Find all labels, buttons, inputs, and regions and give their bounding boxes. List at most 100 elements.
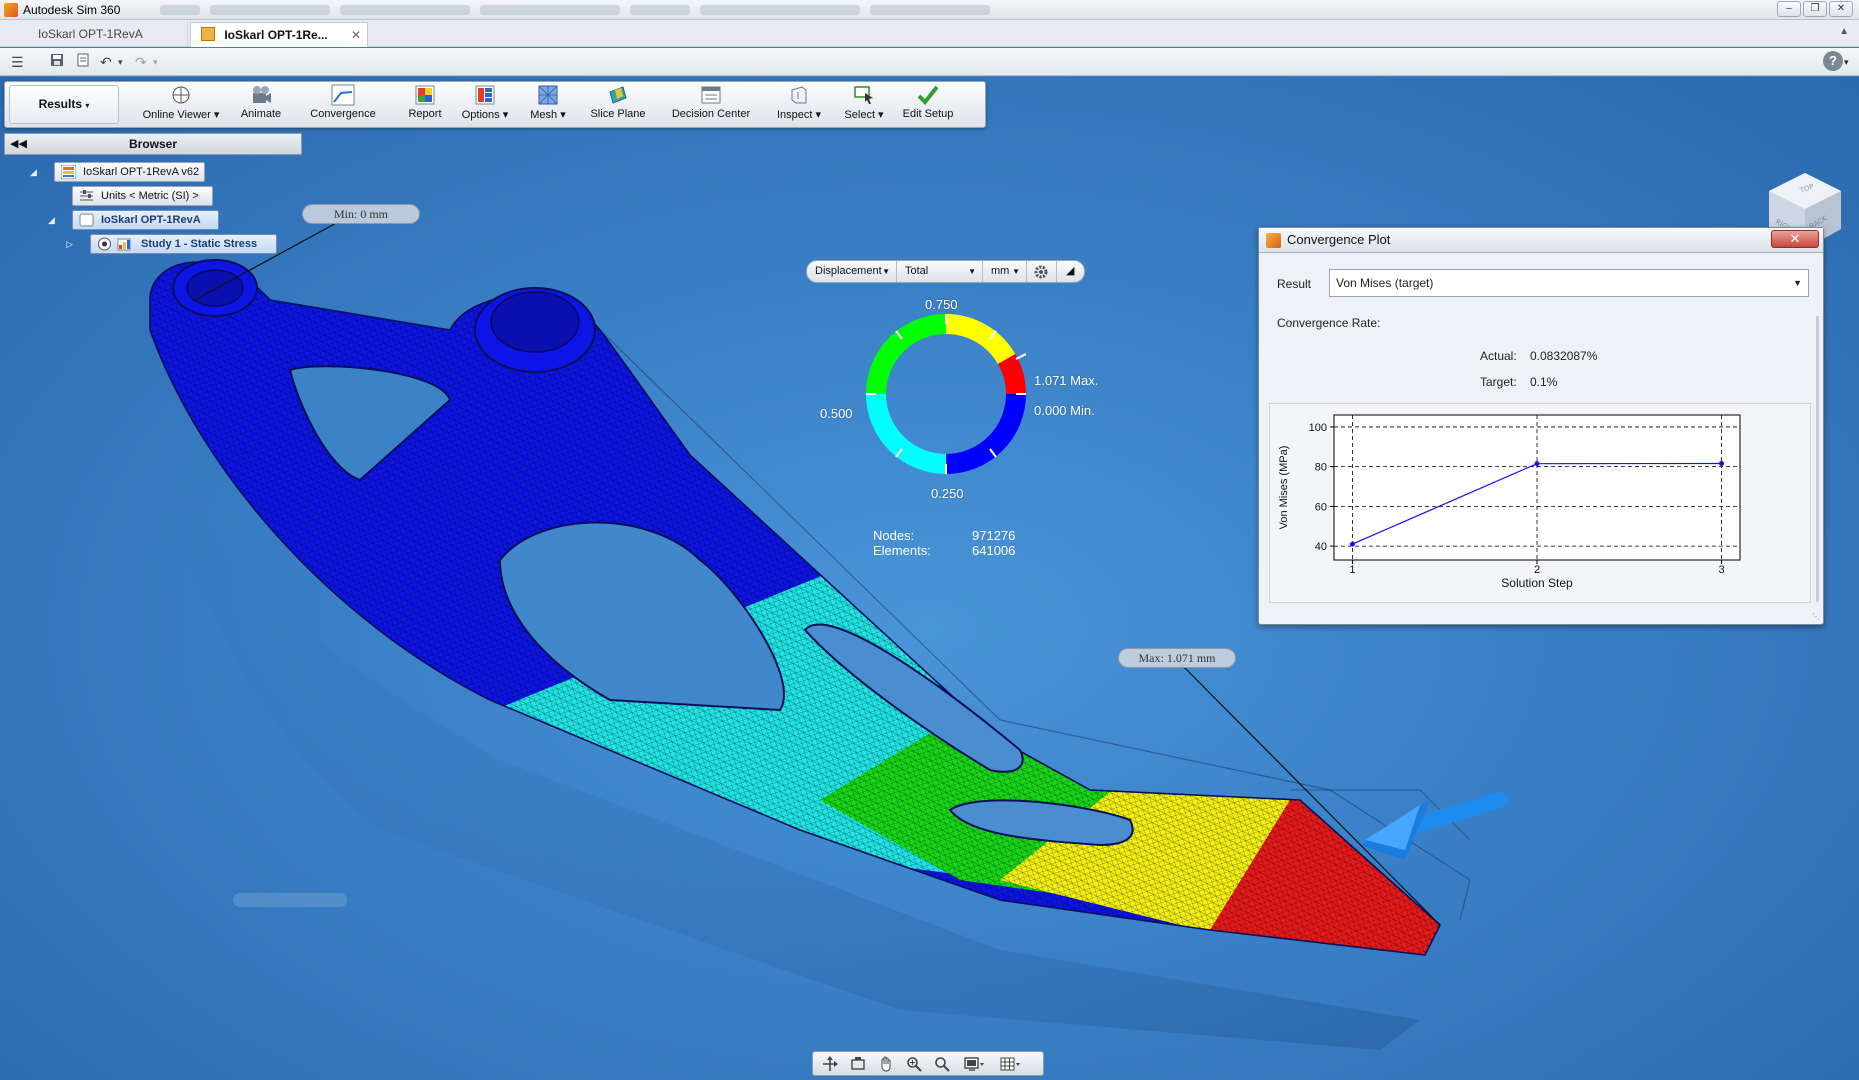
online-viewer-button[interactable]: Online Viewer ▾ — [141, 84, 221, 126]
chevron-down-icon: ▼ — [968, 267, 976, 276]
resize-grip-icon[interactable]: ⋱ — [1812, 612, 1820, 621]
min-callout[interactable]: Min: 0 mm — [302, 204, 420, 224]
chevron-down-icon: ▼ — [1793, 278, 1802, 288]
animate-button[interactable]: Animate — [235, 84, 287, 126]
close-dialog-button[interactable]: ✕ — [1771, 230, 1819, 248]
doc-tab-ioskarl[interactable]: IoSkarl OPT-1RevA — [28, 22, 188, 47]
convergence-plot-dialog: Convergence Plot ✕ Result Von Mises (tar… — [1258, 227, 1824, 625]
legend-collapse-button[interactable]: ◢ — [1057, 261, 1084, 282]
minimize-button[interactable]: – — [1777, 1, 1801, 17]
check-icon — [917, 85, 939, 105]
options-button[interactable]: Options ▾ — [460, 84, 510, 126]
data-point — [1719, 460, 1725, 466]
decision-center-button[interactable]: Decision Center — [667, 84, 755, 126]
convergence-button[interactable]: Convergence — [305, 84, 381, 126]
help-button[interactable]: ? ▾ — [1823, 51, 1851, 73]
edit-setup-button[interactable]: Edit Setup — [898, 84, 958, 126]
elements-value: 641006 — [972, 543, 1016, 558]
nodes-label: Nodes: — [873, 528, 915, 543]
inspect-button[interactable]: Inspect ▾ — [771, 84, 827, 126]
online-viewer-icon — [172, 86, 190, 104]
chevron-up-icon[interactable]: ▲ — [1839, 26, 1849, 37]
elements-label: Elements: — [873, 543, 931, 558]
x-tick-label: 2 — [1534, 564, 1540, 576]
report-button[interactable]: Report — [400, 84, 450, 126]
browser-panel-header[interactable]: ◀◀ Browser — [4, 133, 302, 155]
x-tick-label: 1 — [1349, 564, 1355, 576]
select-icon — [854, 86, 873, 104]
close-window-button[interactable]: ✕ — [1829, 1, 1853, 17]
save-icon[interactable] — [50, 53, 64, 71]
expand-toggle-icon[interactable]: ▷ — [66, 234, 78, 254]
displacement-legend-ring — [866, 314, 1026, 474]
browser-title: Browser — [128, 137, 178, 151]
restore-button[interactable]: ❐ — [1803, 1, 1827, 17]
study-icon — [117, 238, 131, 251]
select-button[interactable]: Select ▾ — [839, 84, 889, 126]
legend-settings-button[interactable] — [1027, 261, 1057, 282]
zoom-icon[interactable] — [903, 1055, 925, 1073]
convergence-chart: 40 60 80 100 1 2 3 Von Mises (MPa) Solution St… — [1269, 403, 1811, 603]
tree-node-study[interactable]: Study 1 - Static Stress — [90, 234, 277, 254]
chart-x-axis-label: Solution Step — [1501, 576, 1573, 590]
y-tick-label: 80 — [1315, 462, 1327, 474]
legend-label-max: 1.071 Max. — [1034, 373, 1099, 388]
nodes-value: 971276 — [972, 528, 1016, 543]
gear-icon — [1034, 265, 1048, 279]
expand-toggle-icon[interactable]: ◢ — [48, 210, 60, 230]
collapse-panel-icon[interactable]: ◀◀ — [10, 134, 27, 154]
look-at-icon[interactable] — [847, 1055, 869, 1073]
decision-center-icon — [701, 86, 721, 104]
close-tab-icon[interactable]: ✕ — [351, 23, 361, 47]
quick-access-toolbar: ☰ ↶ ▾ ↷ ▾ ? ▾ — [0, 48, 1859, 76]
unit-dropdown[interactable]: mm ▼ — [983, 261, 1027, 282]
help-icon: ? — [1823, 51, 1843, 71]
orbit-icon[interactable] — [819, 1055, 841, 1073]
tree-node-part[interactable]: IoSkarl OPT-1RevA — [72, 210, 219, 230]
report-icon — [415, 85, 435, 105]
result-label: Result — [1277, 277, 1312, 291]
mesh-button[interactable]: Mesh ▾ — [525, 84, 571, 126]
redo-icon[interactable]: ↷ — [135, 53, 147, 71]
dialog-title-bar[interactable]: Convergence Plot — [1259, 228, 1823, 253]
tree-node-assembly[interactable]: IoSkarl OPT-1RevA v62 — [54, 162, 205, 182]
max-callout[interactable]: Max: 1.071 mm — [1118, 648, 1236, 668]
undo-icon[interactable]: ↶ — [100, 53, 112, 71]
document-icon — [201, 27, 215, 41]
legend-label-0750: 0.750 — [925, 297, 958, 312]
chart-y-axis-label: Von Mises (MPa) — [1278, 446, 1290, 530]
result-select[interactable]: Von Mises (target) ▼ — [1329, 269, 1809, 297]
fit-icon[interactable] — [931, 1055, 953, 1073]
result-select-value: Von Mises (target) — [1336, 276, 1434, 290]
y-tick-label: 60 — [1315, 501, 1327, 513]
options-icon — [475, 85, 495, 105]
display-settings-icon[interactable] — [959, 1055, 989, 1073]
pan-hand-icon[interactable] — [875, 1055, 897, 1073]
dialog-scrollbar[interactable] — [1816, 316, 1819, 602]
close-icon: ✕ — [1789, 231, 1801, 246]
component-dropdown[interactable]: Total ▼ — [897, 261, 983, 282]
menu-icon[interactable]: ☰ — [11, 53, 24, 71]
assembly-icon — [61, 165, 76, 179]
doc-tab-label: IoSkarl OPT-1Re... — [224, 28, 328, 42]
blurred-browser-tabs — [160, 4, 991, 15]
doc-tab-ioskarl-active[interactable]: IoSkarl OPT-1Re... ✕ — [190, 22, 368, 47]
result-type-dropdown[interactable]: Displacement ▼ — [807, 261, 897, 282]
target-label: Target: — [1480, 375, 1517, 389]
legend-label-0250: 0.250 — [931, 486, 964, 501]
expand-toggle-icon[interactable]: ◢ — [30, 162, 42, 182]
chevron-down-icon[interactable]: ▾ — [153, 53, 158, 71]
results-label: Results — [38, 97, 82, 111]
actual-label: Actual: — [1480, 349, 1517, 363]
results-menu-button[interactable]: Results ▾ — [9, 85, 119, 124]
slice-plane-button[interactable]: Slice Plane — [585, 84, 651, 126]
units-icon — [80, 190, 93, 201]
chevron-down-icon[interactable]: ▾ — [118, 53, 123, 71]
part-icon — [79, 213, 94, 227]
actual-value: 0.0832087% — [1530, 349, 1598, 363]
grid-settings-icon[interactable] — [995, 1055, 1025, 1073]
doc-tab-label: IoSkarl OPT-1RevA — [38, 27, 143, 41]
export-icon[interactable] — [76, 53, 90, 71]
tree-node-units[interactable]: Units < Metric (SI) > — [72, 186, 213, 206]
convergence-rate-label: Convergence Rate: — [1277, 316, 1381, 330]
